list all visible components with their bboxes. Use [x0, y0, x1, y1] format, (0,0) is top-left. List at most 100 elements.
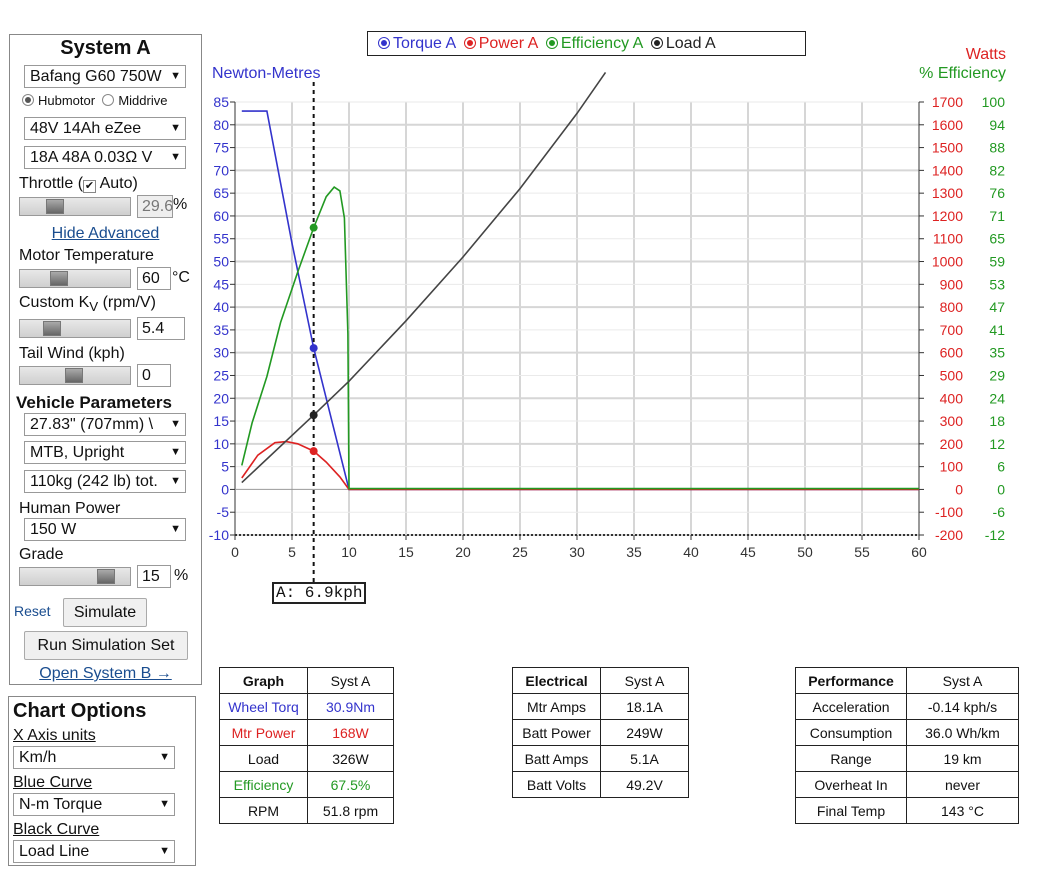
table-cell-label: RPM — [219, 797, 308, 824]
x-tick-label: 45 — [740, 544, 756, 560]
watts-tick-label: 1600 — [932, 117, 963, 133]
chart-options-panel: Chart Options X Axis units Km/h ▼ Blue Cu… — [8, 696, 196, 866]
table-cell-label: Overheat In — [795, 771, 907, 798]
efficiency-tick-label: 6 — [997, 459, 1005, 475]
performance-table-header: Performance — [795, 667, 907, 694]
x-tick-label: 0 — [231, 544, 239, 560]
black-curve-value: Load Line — [19, 843, 90, 860]
x-tick-label: 25 — [512, 544, 528, 560]
table-row: Efficiency 67.5% — [219, 771, 394, 798]
watts-tick-label: 700 — [940, 322, 964, 338]
left-tick-label: 75 — [213, 140, 229, 156]
table-row: Batt Amps 5.1A — [512, 745, 689, 772]
watts-axis-label: Watts — [966, 46, 1006, 63]
table-cell-label: Acceleration — [795, 693, 907, 720]
x-tick-label: 55 — [854, 544, 870, 560]
electrical-results-table: Electrical Syst A Mtr Amps 18.1A Batt Power… — [512, 667, 689, 798]
graph-table-header: Syst A — [307, 667, 394, 694]
left-tick-label: 10 — [213, 436, 229, 452]
left-tick-label: 85 — [213, 94, 229, 110]
table-cell-value: 326W — [307, 745, 394, 772]
x-tick-label: 60 — [911, 544, 927, 560]
table-cell-value: 18.1A — [600, 693, 689, 720]
left-tick-label: 25 — [213, 367, 229, 383]
table-row: Batt Volts 49.2V — [512, 771, 689, 798]
electrical-table-header: Syst A — [600, 667, 689, 694]
cursor-marker-point — [309, 223, 318, 232]
blue-curve-value: N-m Torque — [19, 796, 103, 813]
x-tick-label: 30 — [569, 544, 585, 560]
table-cell-value: never — [906, 771, 1019, 798]
table-row: Range 19 km — [795, 745, 1019, 772]
watts-tick-label: 1300 — [932, 185, 963, 201]
cursor-marker-point — [309, 411, 318, 420]
watts-tick-label: 1400 — [932, 162, 963, 178]
left-tick-label: 70 — [213, 162, 229, 178]
cursor-marker-point — [309, 344, 318, 353]
efficiency-tick-label: 47 — [989, 299, 1005, 315]
table-cell-value: 49.2V — [600, 771, 689, 798]
table-cell-value: 168W — [307, 719, 394, 746]
x-axis-units-label: X Axis units — [13, 727, 96, 744]
watts-tick-label: 1100 — [933, 231, 963, 247]
efficiency-tick-label: -12 — [985, 527, 1005, 543]
table-cell-label: Wheel Torq — [219, 693, 308, 720]
graph-results-table: Graph Syst A Wheel Torq 30.9Nm Mtr Power 168… — [219, 667, 394, 824]
chart-series — [241, 71, 919, 491]
table-row: Mtr Power 168W — [219, 719, 394, 746]
watts-tick-label: 1000 — [932, 254, 963, 270]
left-tick-label: 5 — [221, 459, 229, 475]
table-cell-label: Load — [219, 745, 308, 772]
table-row: Mtr Amps 18.1A — [512, 693, 689, 720]
efficiency-tick-label: 65 — [989, 231, 1005, 247]
efficiency-tick-label: 29 — [989, 367, 1005, 383]
table-cell-label: Efficiency — [219, 771, 308, 798]
blue-curve-label: Blue Curve — [13, 774, 93, 791]
table-row: Wheel Torq 30.9Nm — [219, 693, 394, 720]
efficiency-tick-label: 24 — [989, 390, 1005, 406]
table-row: Batt Power 249W — [512, 719, 689, 746]
left-tick-label: 45 — [213, 276, 229, 292]
left-tick-label: 60 — [213, 208, 229, 224]
x-axis-units-select[interactable]: Km/h ▼ — [13, 746, 175, 769]
left-tick-label: 80 — [213, 117, 229, 133]
table-cell-label: Batt Power — [512, 719, 601, 746]
left-tick-label: 15 — [213, 413, 229, 429]
left-tick-label: 35 — [213, 322, 229, 338]
table-header-row: Electrical Syst A — [512, 667, 689, 694]
blue-curve-select[interactable]: N-m Torque ▼ — [13, 793, 175, 816]
efficiency-axis-label: % Efficiency — [919, 65, 1006, 82]
table-cell-label: Consumption — [795, 719, 907, 746]
efficiency-tick-label: -6 — [993, 504, 1006, 520]
left-tick-label: 50 — [213, 254, 229, 270]
performance-results-table: Performance Syst A Acceleration -0.14 kph/… — [795, 667, 1019, 824]
table-cell-value: 67.5% — [307, 771, 394, 798]
efficiency-tick-label: 35 — [989, 345, 1005, 361]
table-row: Consumption 36.0 Wh/km — [795, 719, 1019, 746]
efficiency-tick-label: 88 — [989, 140, 1005, 156]
black-curve-select[interactable]: Load Line ▼ — [13, 840, 175, 863]
x-tick-label: 10 — [341, 544, 357, 560]
table-row: RPM 51.8 rpm — [219, 797, 394, 824]
watts-tick-label: 1700 — [932, 94, 963, 110]
x-tick-label: 35 — [626, 544, 642, 560]
open-system-b-link[interactable]: Open System B → — [10, 665, 201, 683]
watts-tick-label: 900 — [940, 276, 964, 292]
table-cell-value: 19 km — [906, 745, 1019, 772]
electrical-table-header: Electrical — [512, 667, 601, 694]
table-cell-label: Mtr Power — [219, 719, 308, 746]
table-cell-value: 36.0 Wh/km — [906, 719, 1019, 746]
performance-table-header: Syst A — [906, 667, 1019, 694]
efficiency-tick-label: 0 — [997, 481, 1005, 497]
left-tick-label: 65 — [213, 185, 229, 201]
chevron-down-icon: ▼ — [157, 841, 170, 862]
table-cell-value: 51.8 rpm — [307, 797, 394, 824]
run-simulation-set-button[interactable]: Run Simulation Set — [24, 631, 188, 660]
watts-tick-label: 100 — [940, 459, 964, 475]
table-row: Overheat In never — [795, 771, 1019, 798]
watts-tick-label: 1500 — [932, 140, 963, 156]
watts-tick-label: 300 — [940, 413, 964, 429]
efficiency-tick-label: 41 — [989, 322, 1005, 338]
cursor-marker-point — [309, 447, 318, 456]
performance-chart[interactable]: Newton-Metres Watts % Efficiency 0 5 10 15 2… — [0, 0, 1038, 620]
